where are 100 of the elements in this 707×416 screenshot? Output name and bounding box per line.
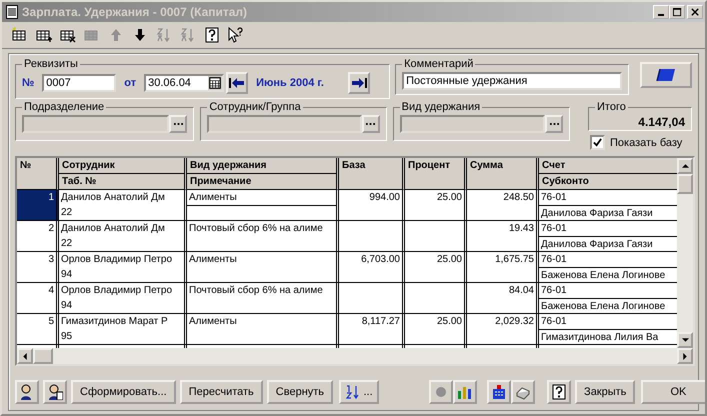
previous-period-button[interactable] [226, 72, 248, 94]
row-number-cell[interactable]: 2 [17, 221, 59, 251]
date-field[interactable]: 30.06.04 [144, 74, 224, 92]
column-header[interactable]: Примечание [187, 174, 336, 189]
select-field[interactable] [207, 115, 362, 133]
choose-button[interactable] [169, 115, 188, 133]
field-label: № [22, 77, 34, 89]
employee-doc-button[interactable] [43, 380, 67, 404]
checkbox-label: Показать базу [610, 136, 682, 148]
ellipsis-label: ... [363, 386, 373, 398]
table-cell-text: 994.00 [368, 191, 401, 205]
group-label: Сотрудник/Группа [208, 101, 302, 113]
ellipsis-icon [550, 122, 558, 126]
book-button[interactable] [640, 62, 692, 88]
action-button[interactable]: Пересчитать [180, 380, 263, 404]
vertical-scrollbar[interactable] [677, 158, 693, 348]
table-cell-text: Данилов Анатолий Дм [60, 191, 166, 205]
table-cell-text: Почтовый сбор 6% на алиме [188, 222, 324, 236]
horizontal-scrollbar[interactable] [17, 348, 693, 364]
next-period-button[interactable] [348, 72, 370, 94]
number-field[interactable]: 0007 [42, 74, 116, 92]
table-cell-text: Почтовый сбор 6% на алиме [188, 284, 324, 298]
sort-button[interactable]: ... [339, 380, 380, 404]
employee-button[interactable] [15, 380, 39, 404]
table-cell-text: 19.43 [508, 222, 535, 236]
checkbox[interactable] [590, 135, 605, 150]
printer-button[interactable] [511, 380, 536, 404]
table-cell-text: Орлов Владимир Петро [60, 284, 174, 298]
table-cell-text: 25.00 [436, 315, 463, 329]
table-cell-text: 2,029.32 [494, 315, 535, 329]
table-cell-text: Гимазитдинов Марат Р [60, 315, 169, 329]
scroll-left-icon[interactable] [23, 352, 27, 360]
left-arrow-icon [229, 77, 246, 89]
table-cell: Алименты [187, 190, 336, 206]
scroll-thumb[interactable] [677, 174, 693, 194]
minimize-button[interactable] [653, 5, 669, 19]
down-arrow-icon [132, 27, 148, 43]
choose-button[interactable] [362, 115, 380, 133]
column-header[interactable]: Таб. № [59, 174, 184, 189]
pointer-question-icon [228, 27, 244, 43]
table-sparkle-icon [12, 27, 28, 43]
table-cell-text: 94 [60, 299, 74, 313]
close-button[interactable] [687, 5, 703, 19]
table-cell-text: 248.50 [502, 191, 535, 205]
scroll-up-icon[interactable] [682, 164, 688, 168]
row-number-cell[interactable]: 3 [17, 252, 59, 282]
table-cell-text: Гимазитдинова Лилия Ва [540, 331, 660, 345]
help-icon [551, 384, 568, 400]
action-button[interactable]: OK [641, 380, 705, 404]
table-cell-text: Алименты [188, 253, 238, 267]
period-label: Июнь 2004 г. [256, 77, 325, 89]
group-label: Реквизиты [23, 58, 79, 70]
table-cell-text: Баженова Елена Логинове [540, 300, 666, 314]
select-field[interactable] [22, 115, 170, 133]
window-title: Зарплата. Удержания - 0007 (Капитал) [22, 5, 248, 19]
row-number-cell[interactable]: 5 [17, 314, 59, 344]
group-label: Вид удержания [400, 101, 482, 113]
column-header[interactable]: Вид удержания [187, 158, 336, 174]
ellipsis-icon [366, 122, 376, 126]
chart-button[interactable] [453, 380, 478, 404]
table-cell-text: Данилова Фариза Гаязи [540, 238, 654, 252]
sort-icon [180, 27, 196, 43]
document-icon [6, 5, 18, 19]
table-cell-text: Баженова Елена Логинове [540, 269, 666, 283]
table-cell-text: 95 [60, 330, 74, 344]
table-cell-text: 8,117.27 [360, 315, 401, 329]
sort-icon [156, 27, 172, 43]
sort-icon [345, 384, 362, 400]
row-number-cell[interactable]: 4 [17, 283, 59, 313]
choose-button[interactable] [545, 115, 563, 133]
table-cell-text: 6,703.00 [360, 253, 401, 267]
table-cell-text: 84.04 [508, 284, 535, 298]
column-header[interactable]: Субконто [539, 174, 677, 189]
maximize-button[interactable] [669, 5, 685, 19]
calendar-icon[interactable] [208, 76, 222, 90]
calc-button[interactable] [487, 380, 512, 404]
action-button[interactable]: Свернуть [266, 380, 334, 404]
help-icon [204, 27, 220, 43]
table-cell-text: Орлов Владимир Петро [60, 253, 174, 267]
group-label: Подразделение [23, 101, 106, 113]
ellipsis-icon [174, 122, 183, 126]
scroll-down-icon[interactable] [682, 338, 688, 342]
table-cell-text: 25.00 [436, 253, 463, 267]
field-label: от [124, 77, 136, 89]
bar-chart-icon [457, 384, 474, 400]
comment-field[interactable]: Постоянные удержания [402, 72, 622, 90]
help-button[interactable] [547, 380, 572, 404]
maximize-icon [672, 8, 682, 16]
minimize-icon [658, 14, 664, 16]
group-label: Комментарий [403, 58, 474, 70]
action-button[interactable]: Закрыть [575, 380, 636, 404]
row-number-cell[interactable]: 1 [17, 190, 59, 220]
scroll-right-icon[interactable] [683, 352, 687, 360]
select-field[interactable] [400, 115, 545, 133]
column-header[interactable]: Сотрудник [59, 158, 184, 174]
table-cell-text: 94 [60, 268, 74, 282]
table-cell-text: 22 [60, 237, 74, 251]
action-button[interactable]: Сформировать... [71, 380, 176, 404]
person-document-icon [47, 384, 63, 400]
scroll-thumb[interactable] [33, 348, 53, 364]
